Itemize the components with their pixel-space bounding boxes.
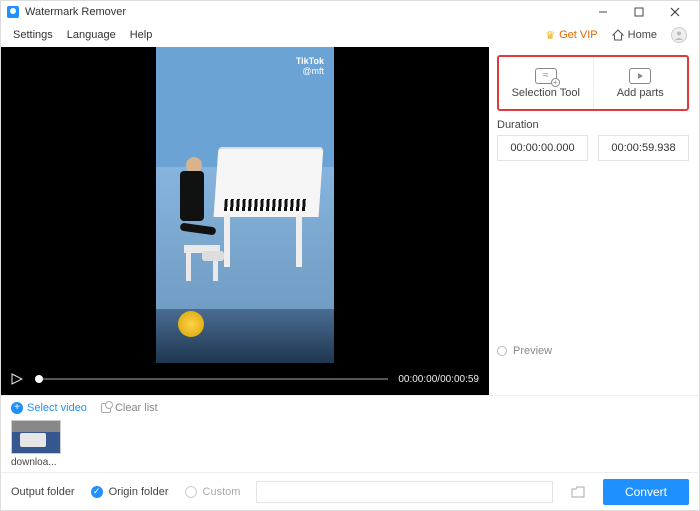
custom-folder-radio[interactable]: Custom: [185, 486, 241, 498]
origin-folder-label: Origin folder: [109, 486, 169, 498]
menubar: Settings Language Help ♛ Get VIP Home: [1, 23, 699, 47]
clear-list-icon: [101, 403, 111, 413]
start-time-field[interactable]: 00:00:00.000: [497, 135, 588, 161]
output-folder-label: Output folder: [11, 486, 75, 498]
menu-help[interactable]: Help: [124, 27, 159, 43]
get-vip-button[interactable]: ♛ Get VIP: [539, 29, 603, 42]
footer: Output folder ✓ Origin folder Custom Con…: [1, 472, 699, 510]
minimize-button[interactable]: [585, 1, 621, 23]
origin-folder-radio[interactable]: ✓ Origin folder: [91, 486, 169, 498]
tiktok-watermark: TikTok @mft: [296, 57, 324, 77]
titlebar: Watermark Remover: [1, 1, 699, 23]
get-vip-label: Get VIP: [559, 29, 598, 41]
add-parts-icon: [629, 68, 651, 84]
selection-tool-icon: ≈ +: [535, 68, 557, 84]
file-thumbnail[interactable]: downloa...: [11, 420, 61, 468]
clear-list-button[interactable]: Clear list: [101, 402, 158, 414]
selection-tool-label: Selection Tool: [512, 87, 580, 99]
account-avatar[interactable]: [671, 27, 687, 43]
video-frame: TikTok @mft: [156, 47, 334, 363]
duration-row: 00:00:00.000 00:00:59.938: [497, 135, 689, 161]
main: TikTok @mft 00:00:00/00:00:59 ≈ + Select…: [1, 47, 699, 395]
preview-label: Preview: [513, 345, 552, 357]
output-path-field[interactable]: [256, 481, 553, 503]
add-parts-label: Add parts: [617, 87, 664, 99]
radio-unchecked-icon: [185, 486, 197, 498]
menu-language[interactable]: Language: [61, 27, 122, 43]
select-video-label: Select video: [27, 402, 87, 414]
app-title: Watermark Remover: [25, 6, 126, 18]
convert-button[interactable]: Convert: [603, 479, 689, 505]
plus-circle-icon: +: [11, 402, 23, 414]
player-controls: 00:00:00/00:00:59: [1, 363, 489, 395]
preview-toggle[interactable]: Preview: [497, 345, 689, 357]
selection-tool-button[interactable]: ≈ + Selection Tool: [499, 57, 593, 109]
home-button[interactable]: Home: [604, 29, 665, 41]
thumbnail-label: downloa...: [11, 457, 61, 468]
play-button[interactable]: [11, 372, 25, 386]
add-parts-button[interactable]: Add parts: [593, 57, 688, 109]
custom-folder-label: Custom: [203, 486, 241, 498]
seek-handle[interactable]: [35, 375, 43, 383]
radio-checked-icon: ✓: [91, 486, 103, 498]
video-viewport[interactable]: TikTok @mft: [1, 47, 489, 363]
time-total: 00:00:59: [440, 374, 479, 385]
crown-icon: ♛: [545, 29, 555, 42]
file-strip: + Select video Clear list downloa...: [1, 395, 699, 472]
maximize-button[interactable]: [621, 1, 657, 23]
right-panel: ≈ + Selection Tool Add parts Duration 00…: [489, 47, 699, 395]
player-column: TikTok @mft 00:00:00/00:00:59: [1, 47, 489, 395]
app-logo-icon: [7, 6, 19, 18]
thumbnail-image: [11, 420, 61, 454]
tiktok-handle: @mft: [302, 67, 324, 77]
home-label: Home: [628, 29, 657, 41]
end-time-field[interactable]: 00:00:59.938: [598, 135, 689, 161]
close-button[interactable]: [657, 1, 693, 23]
seek-slider[interactable]: [35, 378, 388, 380]
duration-label: Duration: [497, 119, 689, 131]
preview-radio-icon: [497, 346, 507, 356]
tool-row: ≈ + Selection Tool Add parts: [497, 55, 689, 111]
file-strip-tools: + Select video Clear list: [11, 402, 689, 414]
browse-folder-button[interactable]: [569, 483, 587, 501]
select-video-button[interactable]: + Select video: [11, 402, 87, 414]
home-icon: [612, 29, 624, 41]
menu-settings[interactable]: Settings: [7, 27, 59, 43]
clear-list-label: Clear list: [115, 402, 158, 414]
time-current: 00:00:00: [398, 374, 437, 385]
